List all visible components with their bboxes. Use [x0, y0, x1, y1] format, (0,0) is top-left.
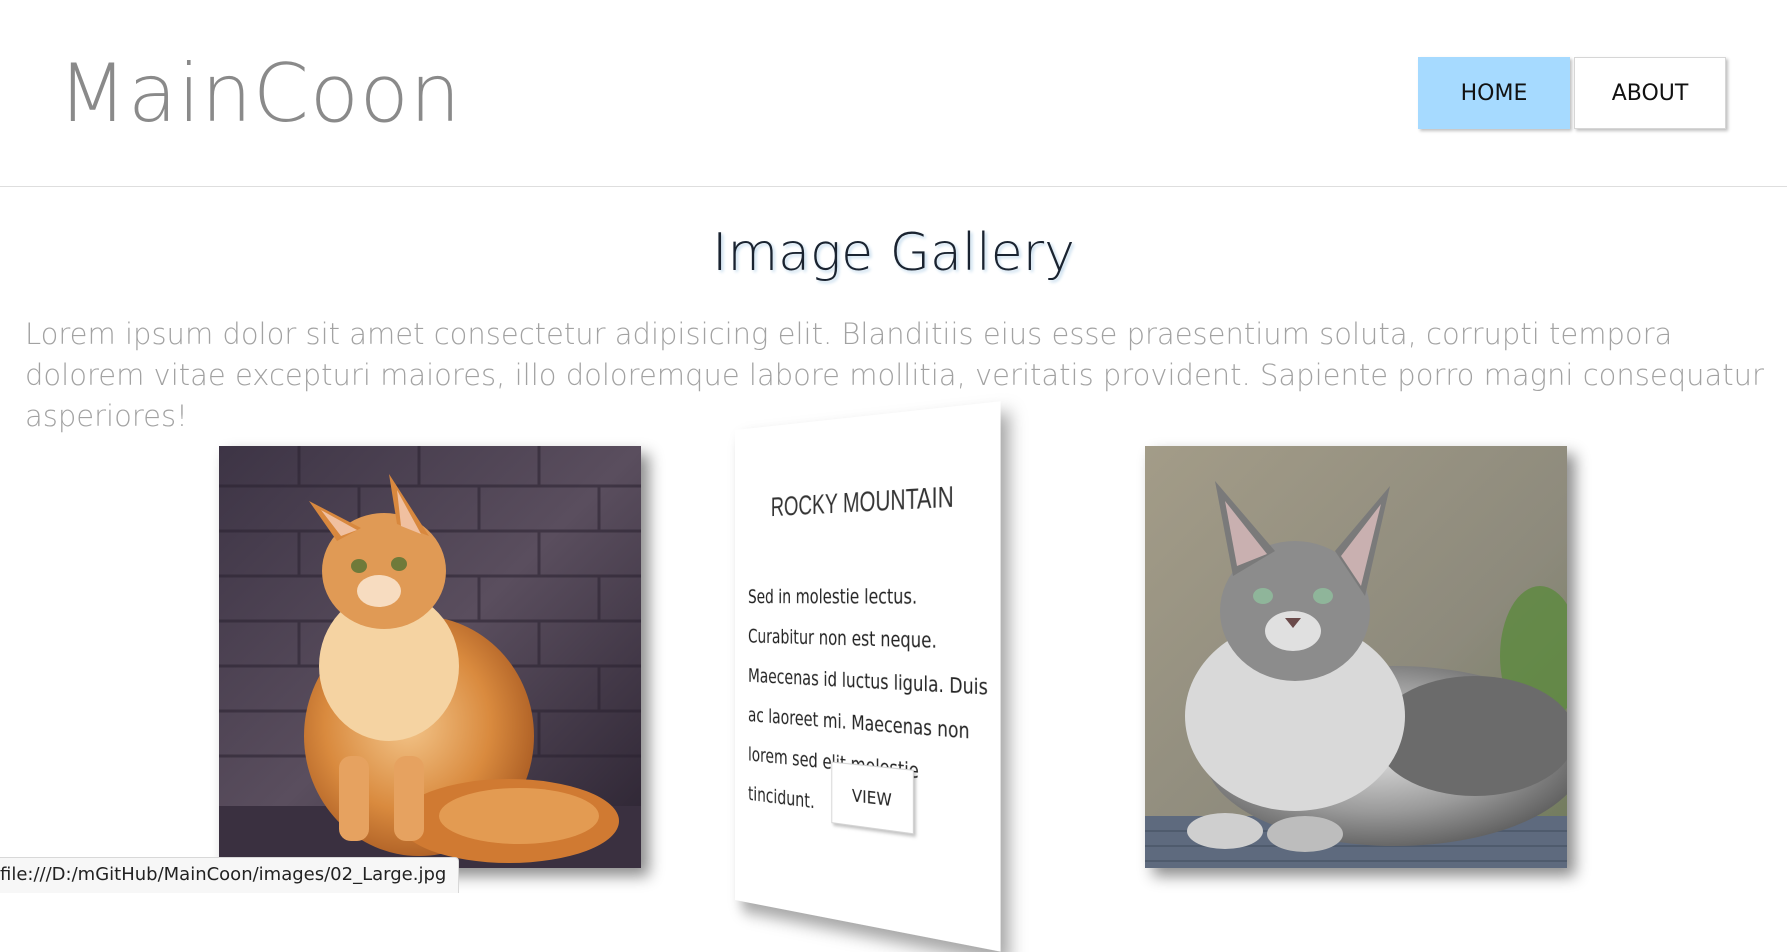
- site-header: MainCoon HOME ABOUT: [0, 0, 1787, 187]
- main-nav: HOME ABOUT: [1418, 57, 1726, 129]
- gallery-image-grey-cat[interactable]: [1145, 446, 1567, 868]
- orange-cat-image: [219, 446, 641, 868]
- page-title: Image Gallery: [712, 223, 1075, 283]
- grey-cat-image: [1145, 446, 1567, 868]
- browser-status-bar: file:///D:/mGitHub/MainCoon/images/02_La…: [0, 857, 460, 893]
- nav-home-button[interactable]: HOME: [1418, 57, 1570, 129]
- gallery-image-orange-cat[interactable]: [219, 446, 641, 868]
- gallery-card: ROCKY MOUNTAIN Sed in molestie lectus. C…: [735, 401, 1001, 952]
- view-button[interactable]: VIEW: [831, 761, 914, 835]
- nav-about-button[interactable]: ABOUT: [1574, 57, 1726, 129]
- site-logo[interactable]: MainCoon: [58, 44, 461, 144]
- gallery-card-wrapper: ROCKY MOUNTAIN Sed in molestie lectus. C…: [735, 401, 1015, 952]
- card-title: ROCKY MOUNTAIN: [770, 479, 954, 523]
